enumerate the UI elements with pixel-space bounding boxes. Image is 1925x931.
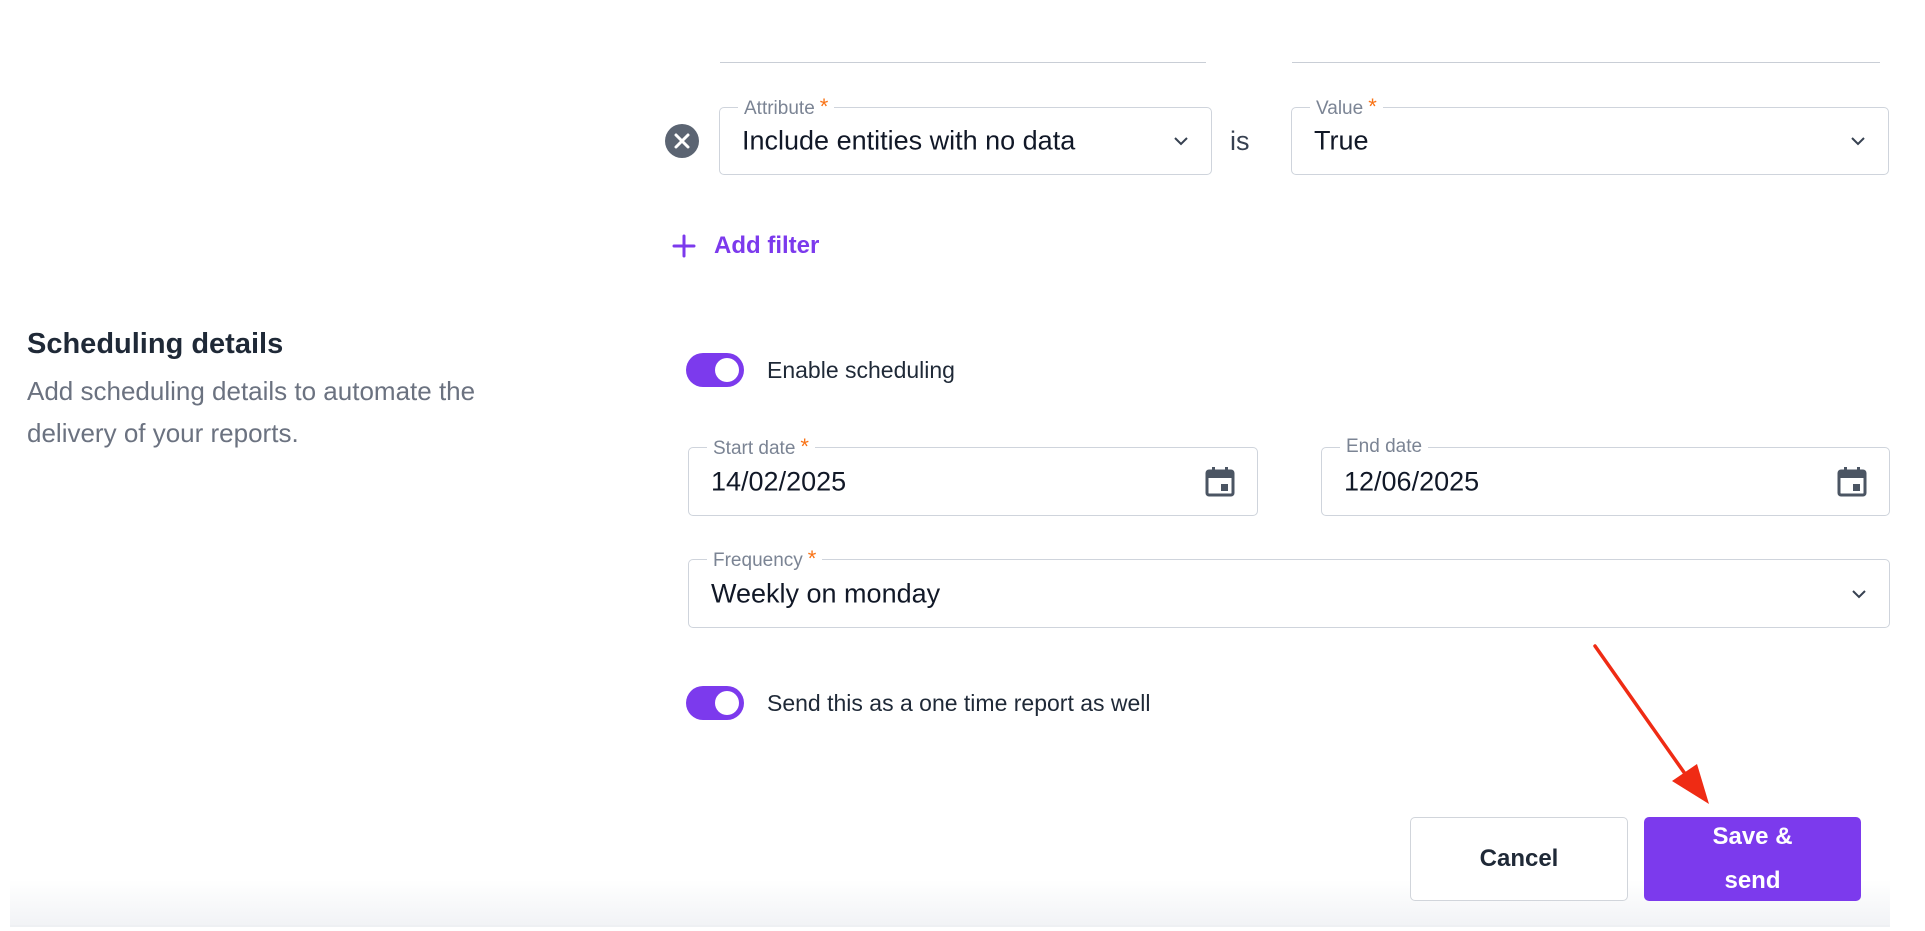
chevron-down-icon — [1851, 137, 1865, 146]
arrow-annotation-icon — [1593, 644, 1709, 804]
value-value: True — [1314, 125, 1369, 156]
frequency-label: Frequency * — [707, 547, 823, 573]
frequency-select[interactable]: Frequency * Weekly on monday — [688, 547, 1890, 628]
add-filter-button[interactable]: Add filter — [672, 232, 819, 260]
value-label: Value * — [1310, 95, 1383, 121]
save-and-send-label: Save & send — [1712, 823, 1793, 894]
attribute-label: Attribute * — [738, 95, 835, 121]
calendar-icon[interactable] — [1203, 465, 1237, 499]
value-select[interactable]: Value * True — [1291, 95, 1889, 175]
attribute-value: Include entities with no data — [742, 125, 1076, 156]
save-and-send-button[interactable]: Save & send — [1644, 817, 1861, 901]
one-time-report-row: Send this as a one time report as well — [686, 686, 1151, 720]
scheduling-description: Add scheduling details to automate the d… — [27, 376, 476, 448]
chevron-down-icon — [1852, 589, 1866, 598]
end-date-value: 12/06/2025 — [1344, 466, 1480, 496]
end-date-label: End date — [1340, 435, 1429, 459]
enable-scheduling-label: Enable scheduling — [767, 356, 955, 383]
previous-field-underline — [1292, 62, 1880, 63]
enable-scheduling-row: Enable scheduling — [686, 353, 955, 387]
frequency-value: Weekly on monday — [711, 578, 941, 608]
enable-scheduling-toggle[interactable] — [686, 353, 744, 387]
chevron-down-icon — [1174, 137, 1188, 146]
start-date-label: Start date * — [707, 435, 815, 461]
plus-icon — [672, 234, 696, 258]
start-date-value: 14/02/2025 — [711, 466, 847, 496]
one-time-report-label: Send this as a one time report as well — [767, 689, 1151, 716]
close-circle-icon[interactable] — [665, 124, 699, 158]
scheduling-title: Scheduling details — [27, 328, 284, 360]
end-date-field[interactable]: End date 12/06/2025 — [1321, 435, 1890, 516]
attribute-select[interactable]: Attribute * Include entities with no data — [719, 95, 1212, 175]
one-time-report-toggle[interactable] — [686, 686, 744, 720]
start-date-field[interactable]: Start date * 14/02/2025 — [688, 435, 1258, 516]
add-filter-label: Add filter — [714, 232, 820, 259]
calendar-icon[interactable] — [1835, 465, 1869, 499]
previous-field-underline — [720, 62, 1206, 63]
cancel-button[interactable]: Cancel — [1410, 817, 1628, 901]
operator-text: is — [1230, 126, 1250, 156]
